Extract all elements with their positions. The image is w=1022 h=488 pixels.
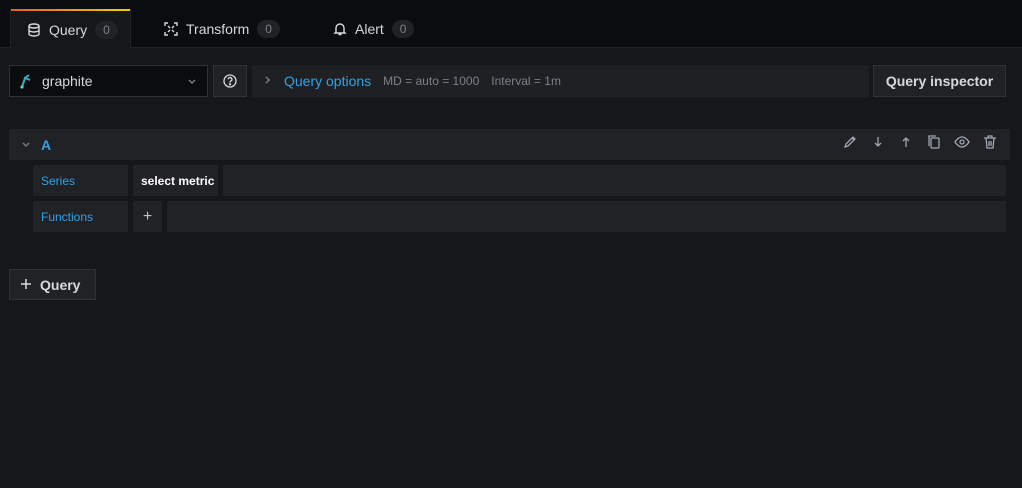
arrow-up-icon[interactable] xyxy=(898,134,914,155)
collapse-chevron-icon[interactable] xyxy=(21,136,31,154)
chevron-right-icon xyxy=(262,74,272,88)
functions-empty-segment xyxy=(167,201,1006,232)
plus-icon xyxy=(20,277,32,293)
help-button[interactable] xyxy=(213,65,247,97)
tab-alert[interactable]: Alert 0 xyxy=(317,9,430,49)
tab-transform[interactable]: Transform 0 xyxy=(148,9,296,49)
functions-label: Functions xyxy=(33,201,128,232)
transform-icon xyxy=(164,22,178,36)
functions-label-text: Functions xyxy=(41,209,94,224)
series-empty-segment xyxy=(223,165,1006,196)
question-circle-icon xyxy=(223,74,237,88)
bell-icon xyxy=(333,22,347,36)
series-label-text: Series xyxy=(41,173,76,188)
interval: Interval = 1m xyxy=(491,74,561,88)
database-icon xyxy=(27,22,41,37)
query-options-toggle[interactable]: Query options MD = auto = 1000 Interval … xyxy=(252,65,869,97)
add-query-button[interactable]: Query xyxy=(9,269,96,300)
tab-count-badge: 0 xyxy=(95,20,118,39)
tab-label: Transform xyxy=(186,21,250,37)
max-data-points: MD = auto = 1000 xyxy=(383,74,480,88)
tab-label: Alert xyxy=(355,21,384,37)
chevron-down-icon xyxy=(187,73,197,89)
query-ref-id[interactable]: A xyxy=(41,137,51,153)
tab-label: Query xyxy=(49,21,88,38)
datasource-picker[interactable]: graphite xyxy=(9,65,208,97)
add-query-label: Query xyxy=(40,276,81,293)
series-label: Series xyxy=(33,165,128,196)
tab-count-badge: 0 xyxy=(257,20,280,38)
trash-icon[interactable] xyxy=(982,134,998,155)
add-function-button[interactable]: + xyxy=(133,201,162,232)
query-options-label: Query options xyxy=(284,73,372,89)
arrow-down-icon[interactable] xyxy=(870,134,886,155)
eye-icon[interactable] xyxy=(954,134,970,155)
tab-count-badge: 0 xyxy=(391,20,415,38)
query-actions xyxy=(842,129,998,160)
query-inspector-button[interactable]: Query inspector xyxy=(873,65,1006,97)
tab-query[interactable]: Query 0 xyxy=(10,9,131,49)
pencil-icon[interactable] xyxy=(842,134,858,155)
copy-icon[interactable] xyxy=(926,134,942,155)
datasource-name: graphite xyxy=(42,73,93,89)
query-row-header: A xyxy=(9,129,1010,160)
series-metric-selector[interactable]: select metric xyxy=(133,165,218,196)
tab-bar: Query 0 Transform 0 Alert 0 xyxy=(0,0,1022,49)
graphite-logo-icon xyxy=(18,73,34,89)
